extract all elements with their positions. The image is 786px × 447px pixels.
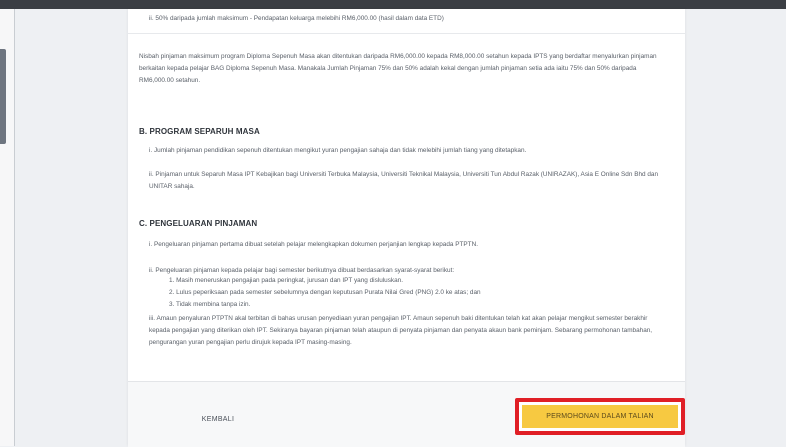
divider: [128, 33, 685, 34]
sub-item-1: 1. Masih meneruskan pengajian pada perin…: [169, 277, 403, 284]
sub-item-2: 2. Lulus peperiksaan pada semester sebel…: [169, 289, 481, 296]
online-application-button[interactable]: PERMOHONAN DALAM TALIAN: [522, 405, 678, 428]
scroll-thumb[interactable]: [0, 49, 6, 144]
section-b-item-2: ii. Pinjaman untuk Separuh Masa IPT Keba…: [149, 171, 659, 190]
footer-bar: KEMBALI PERMOHONAN DALAM TALIAN: [128, 381, 685, 447]
top-bar: [0, 0, 786, 9]
section-b-title: B. PROGRAM SEPARUH MASA: [139, 127, 260, 136]
section-c-item-3: iii. Amaun penyaluran PTPTN akal terbita…: [149, 315, 653, 346]
top-bullet: ii. 50% daripada jumlah maksimum - Penda…: [149, 15, 444, 22]
back-button[interactable]: KEMBALI: [158, 408, 278, 430]
section-c-item-1: i. Pengeluaran pinjaman pertama dibuat s…: [149, 241, 478, 248]
section-c-title: C. PENGELUARAN PINJAMAN: [139, 219, 258, 228]
intro-paragraph: Nisbah pinjaman maksimum program Diploma…: [139, 53, 657, 84]
online-application-button-highlight[interactable]: PERMOHONAN DALAM TALIAN: [515, 398, 685, 435]
section-b-item-1: i. Jumlah pinjaman pendidikan sepenuh di…: [149, 147, 527, 154]
sub-item-3: 3. Tidak membina tanpa izin.: [169, 301, 251, 308]
left-scroll-rail: [0, 9, 15, 446]
document-panel: ii. 50% daripada jumlah maksimum - Penda…: [128, 9, 685, 447]
